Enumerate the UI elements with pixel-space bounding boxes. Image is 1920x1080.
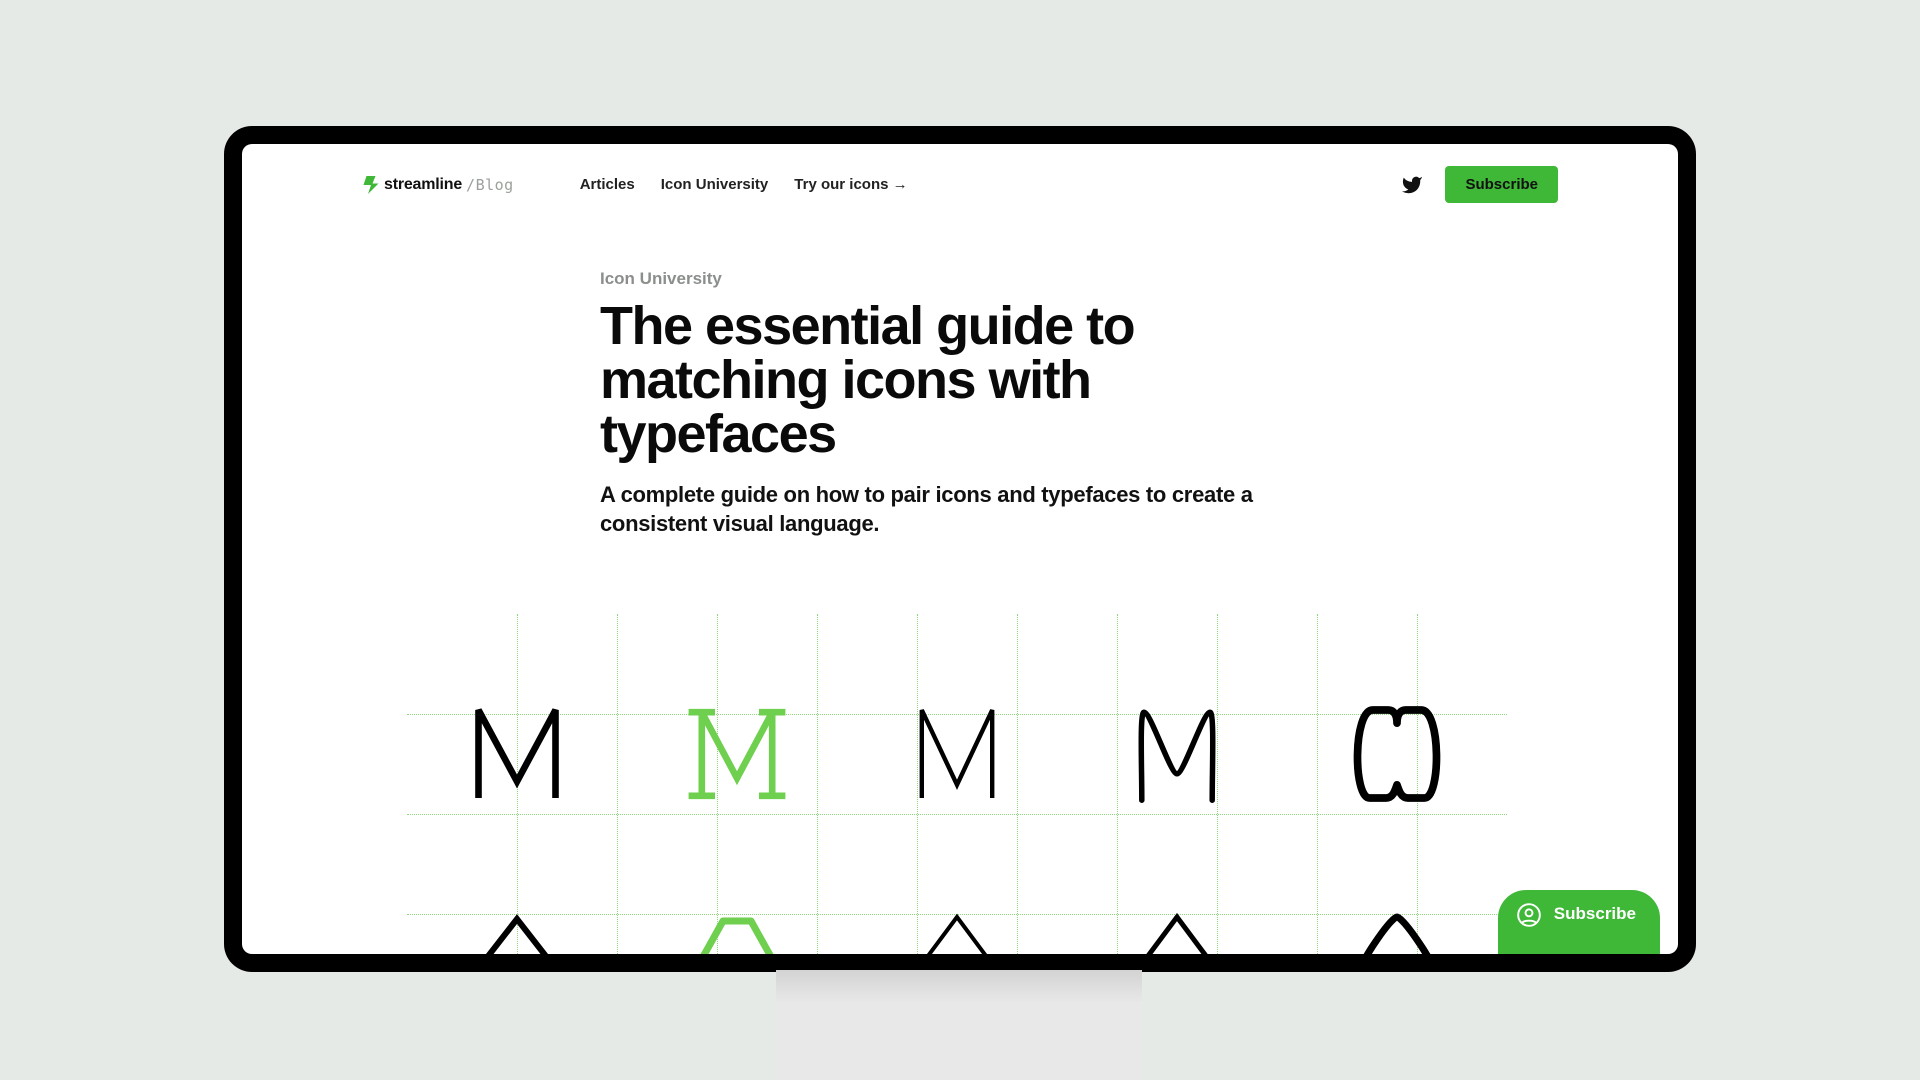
topbar: streamline /Blog Articles Icon Universit… — [242, 144, 1678, 221]
icon-row-home — [407, 909, 1507, 954]
twitter-icon[interactable] — [1401, 174, 1423, 196]
floating-subscribe-label: Subscribe — [1554, 904, 1636, 924]
nav-links: Articles Icon University Try our icons → — [580, 176, 908, 193]
screen: streamline /Blog Articles Icon Universit… — [242, 144, 1678, 954]
topbar-right: Subscribe — [1401, 166, 1558, 203]
subscribe-button[interactable]: Subscribe — [1445, 166, 1558, 203]
topbar-left: streamline /Blog Articles Icon Universit… — [362, 174, 908, 196]
monitor-frame: streamline /Blog Articles Icon Universit… — [224, 126, 1696, 972]
article-subtitle: A complete guide on how to pair icons an… — [600, 481, 1300, 538]
home-icon-bubble — [1287, 909, 1507, 954]
article-title: The essential guide to matching icons wi… — [600, 299, 1160, 461]
article-header: Icon University The essential guide to m… — [600, 221, 1320, 538]
home-icon-thin — [847, 909, 1067, 954]
nav-link-icon-university[interactable]: Icon University — [661, 176, 769, 193]
home-icon-sans — [407, 909, 627, 954]
logo-text: streamline — [384, 176, 462, 194]
glyph-m-thin — [847, 694, 1067, 814]
nav-link-articles[interactable]: Articles — [580, 176, 635, 193]
logo-suffix: /Blog — [466, 176, 514, 194]
nav-link-try-icons[interactable]: Try our icons → — [794, 176, 907, 193]
logo[interactable]: streamline /Blog — [362, 174, 514, 196]
glyph-m-bubble — [1287, 694, 1507, 814]
glyph-m-sans — [407, 694, 627, 814]
floating-subscribe-button[interactable]: Subscribe — [1498, 890, 1660, 954]
user-circle-icon — [1516, 902, 1542, 928]
glyph-m-hand — [1067, 694, 1287, 814]
hero-illustration — [407, 614, 1507, 954]
logo-icon — [362, 174, 380, 196]
home-icon-serif — [627, 909, 847, 954]
glyph-row-m — [407, 694, 1507, 814]
home-icon-hand — [1067, 909, 1287, 954]
article-category[interactable]: Icon University — [600, 269, 1320, 289]
glyph-m-serif — [627, 694, 847, 814]
monitor-stand — [776, 970, 1142, 1080]
